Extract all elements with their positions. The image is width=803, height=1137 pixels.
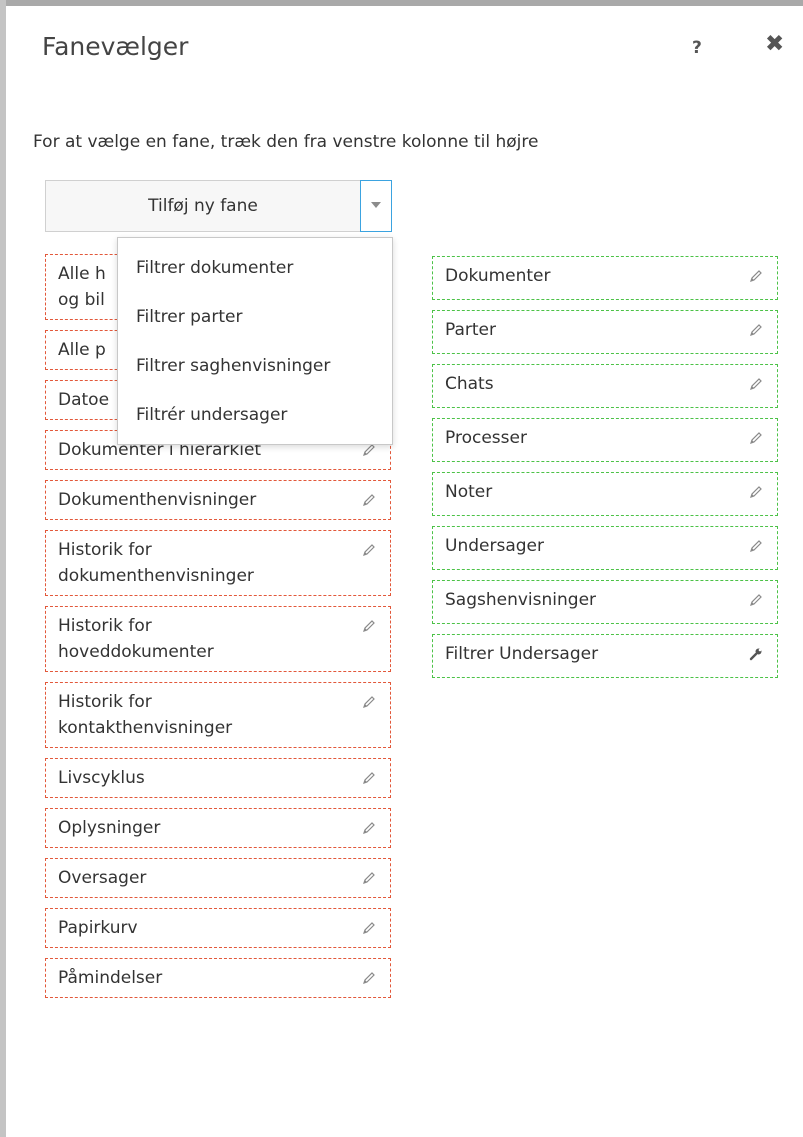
tab-item[interactable]: Oversager xyxy=(45,858,391,898)
tab-item-label: Noter xyxy=(445,482,493,502)
pencil-icon[interactable] xyxy=(749,377,763,391)
tab-item-label: Sagshenvisninger xyxy=(445,590,597,610)
tab-item[interactable]: Processer xyxy=(432,418,778,462)
pencil-icon[interactable] xyxy=(362,771,376,785)
dropdown-option[interactable]: Filtrer saghenvisninger xyxy=(118,342,392,391)
dropdown-toggle-button[interactable] xyxy=(360,180,392,232)
tab-item[interactable]: Papirkurv xyxy=(45,908,391,948)
close-button[interactable]: ✖ xyxy=(765,33,784,56)
pencil-icon[interactable] xyxy=(749,485,763,499)
pencil-icon[interactable] xyxy=(362,921,376,935)
tab-item[interactable]: Historik for dokumenthenvisninger xyxy=(45,530,391,596)
tab-item-label: Filtrer Undersager xyxy=(445,644,599,664)
tab-item[interactable]: Dokumenthenvisninger xyxy=(45,480,391,520)
tab-item[interactable]: Historik for kontakthenvisninger xyxy=(45,682,391,748)
tab-item[interactable]: Historik for hoveddokumenter xyxy=(45,606,391,672)
pencil-icon[interactable] xyxy=(749,431,763,445)
tab-item[interactable]: Oplysninger xyxy=(45,808,391,848)
pencil-icon[interactable] xyxy=(362,493,376,507)
tab-item[interactable]: Filtrer Undersager xyxy=(432,634,778,678)
pencil-icon[interactable] xyxy=(362,971,376,985)
dropdown-option[interactable]: Filtrér undersager xyxy=(118,391,392,440)
tab-item[interactable]: Parter xyxy=(432,310,778,354)
tab-item-label: Oplysninger xyxy=(58,818,161,838)
help-button[interactable]: ? xyxy=(692,38,702,58)
pencil-icon[interactable] xyxy=(362,443,376,457)
tab-item-label-line2: kontakthenvisninger xyxy=(58,718,233,738)
tab-item-label: Dokumenthenvisninger xyxy=(58,490,257,510)
pencil-icon[interactable] xyxy=(362,871,376,885)
tab-item[interactable]: Dokumenter xyxy=(432,256,778,300)
pencil-icon[interactable] xyxy=(749,269,763,283)
add-tab-dropdown-menu: Filtrer dokumenter Filtrer parter Filtrer … xyxy=(117,237,393,445)
dropdown-option[interactable]: Filtrer parter xyxy=(118,293,392,342)
tab-item-label: Processer xyxy=(445,428,527,448)
tab-item[interactable]: Undersager xyxy=(432,526,778,570)
add-tab-label: Tilføj ny fane xyxy=(148,196,258,216)
tab-item-label: Dokumenter xyxy=(445,266,551,286)
instructions-text: For at vælge en fane, træk den fra venst… xyxy=(33,132,539,152)
tab-item[interactable]: Noter xyxy=(432,472,778,516)
tab-item-label: Historik for xyxy=(58,540,152,560)
tab-item-label: Påmindelser xyxy=(58,968,163,988)
tab-item-label-line2: dokumenthenvisninger xyxy=(58,566,254,586)
dialog-title: Fanevælger xyxy=(42,32,189,61)
tab-item-label: Livscyklus xyxy=(58,768,145,788)
tab-item[interactable]: Livscyklus xyxy=(45,758,391,798)
tab-item-label: Undersager xyxy=(445,536,544,556)
tab-item-label-line2: hoveddokumenter xyxy=(58,642,214,662)
pencil-icon[interactable] xyxy=(362,619,376,633)
tab-item-label: Historik for xyxy=(58,616,152,636)
tab-item-label: Chats xyxy=(445,374,494,394)
selected-tabs-column: Dokumenter Parter Chats Processer Noter Under… xyxy=(432,256,778,688)
pencil-icon[interactable] xyxy=(362,543,376,557)
tab-item[interactable]: Chats xyxy=(432,364,778,408)
pencil-icon[interactable] xyxy=(362,821,376,835)
tab-item-label: Parter xyxy=(445,320,497,340)
pencil-icon[interactable] xyxy=(749,539,763,553)
tab-item[interactable]: Påmindelser xyxy=(45,958,391,998)
pencil-icon[interactable] xyxy=(749,593,763,607)
add-tab-select[interactable]: Tilføj ny fane xyxy=(45,180,392,232)
pencil-icon[interactable] xyxy=(362,695,376,709)
tab-item[interactable]: Sagshenvisninger xyxy=(432,580,778,624)
tab-item-label: Historik for xyxy=(58,692,152,712)
window-frame-left xyxy=(0,0,6,1137)
chevron-down-icon xyxy=(371,202,381,208)
window-frame-top xyxy=(0,0,803,6)
dropdown-option[interactable]: Filtrer dokumenter xyxy=(118,244,392,293)
tab-item-label: Papirkurv xyxy=(58,918,138,938)
tab-item-label: Oversager xyxy=(58,868,147,888)
wrench-icon[interactable] xyxy=(749,647,763,661)
pencil-icon[interactable] xyxy=(749,323,763,337)
